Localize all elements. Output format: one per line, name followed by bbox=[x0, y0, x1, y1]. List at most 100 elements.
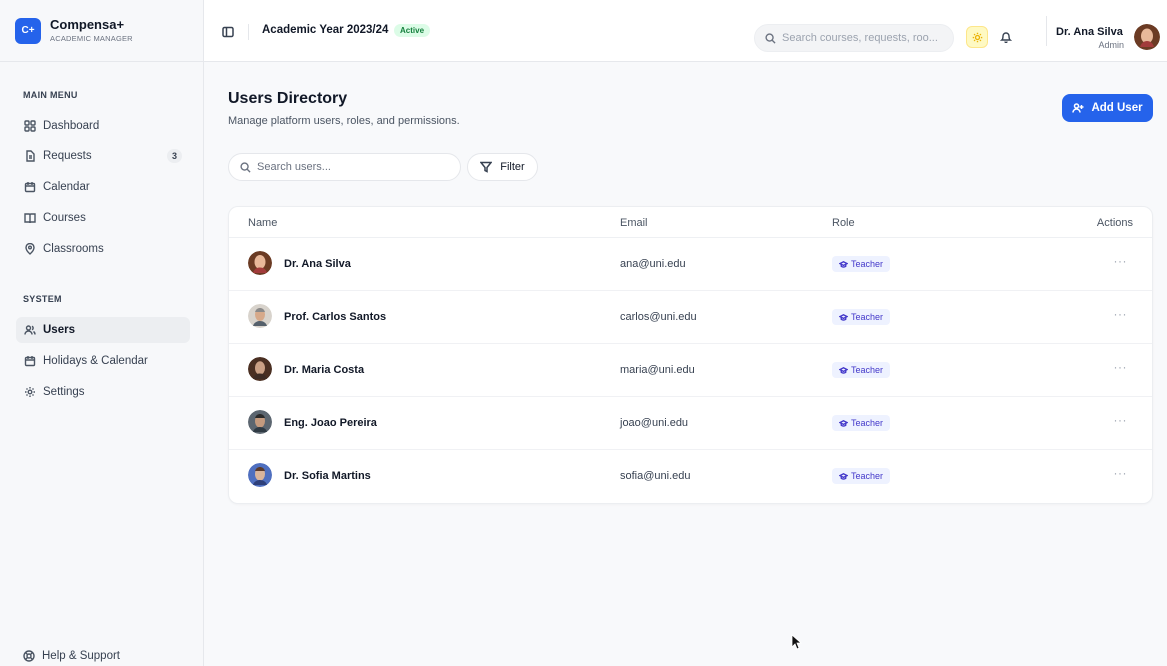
avatar bbox=[248, 463, 272, 487]
user-name: Prof. Carlos Santos bbox=[284, 311, 387, 323]
filter-icon bbox=[480, 161, 493, 173]
avatar[interactable] bbox=[1134, 24, 1160, 50]
notifications-bell-icon[interactable] bbox=[999, 30, 1014, 44]
column-header-email[interactable]: Email bbox=[620, 217, 648, 229]
brand-logo: C+ bbox=[15, 17, 41, 44]
table-row[interactable]: Dr. Ana Silva ana@uni.edu Teacher ··· bbox=[229, 238, 1152, 291]
sidebar-item-dashboard[interactable]: Dashboard bbox=[16, 113, 190, 139]
sidebar-item-requests[interactable]: Requests 3 bbox=[16, 143, 190, 169]
sidebar-item-label: Dashboard bbox=[43, 120, 100, 132]
sidebar-item-courses[interactable]: Courses bbox=[16, 205, 190, 231]
sidebar-toggle-icon[interactable] bbox=[222, 25, 234, 38]
role-label: Teacher bbox=[851, 418, 884, 428]
sidebar-item-calendar[interactable]: Calendar bbox=[16, 174, 190, 200]
column-header-role[interactable]: Role bbox=[832, 217, 855, 229]
role-badge: Teacher bbox=[832, 415, 891, 431]
sidebar-item-label: Calendar bbox=[43, 181, 90, 193]
role-label: Teacher bbox=[851, 471, 884, 481]
global-search-input[interactable]: Search courses, requests, roo... bbox=[754, 24, 954, 52]
add-user-label: Add User bbox=[1091, 102, 1143, 114]
role-badge: Teacher bbox=[832, 256, 891, 272]
divider bbox=[248, 24, 249, 40]
sidebar-item-settings[interactable]: Settings bbox=[16, 379, 190, 405]
column-header-name[interactable]: Name bbox=[248, 217, 277, 229]
user-name: Eng. Joao Pereira bbox=[284, 417, 377, 429]
avatar bbox=[248, 357, 272, 381]
role-badge: Teacher bbox=[832, 309, 891, 325]
academic-year-title: Academic Year 2023/24 bbox=[262, 24, 389, 36]
sun-icon bbox=[972, 32, 982, 42]
sidebar-item-users[interactable]: Users bbox=[16, 317, 190, 343]
avatar bbox=[248, 251, 272, 275]
user-name: Dr. Sofia Martins bbox=[284, 470, 371, 482]
role-badge: Teacher bbox=[832, 468, 891, 484]
main-content: Users Directory Manage platform users, r… bbox=[204, 62, 1167, 666]
row-actions-menu-icon[interactable]: ··· bbox=[1114, 413, 1128, 427]
filter-button[interactable]: Filter bbox=[467, 153, 538, 181]
main-menu-label: MAIN MENU bbox=[23, 90, 78, 100]
row-actions-menu-icon[interactable]: ··· bbox=[1114, 360, 1128, 374]
search-icon bbox=[240, 161, 251, 173]
search-users-placeholder: Search users... bbox=[257, 161, 331, 173]
grid-icon bbox=[23, 120, 36, 133]
table-row[interactable]: Dr. Maria Costa maria@uni.edu Teacher ··… bbox=[229, 344, 1152, 397]
users-table: Name Email Role Actions Dr. Ana Silva an… bbox=[228, 206, 1153, 504]
filter-label: Filter bbox=[500, 161, 525, 173]
sidebar-item-label: Users bbox=[43, 324, 75, 336]
avatar bbox=[248, 410, 272, 434]
map-pin-icon bbox=[23, 243, 36, 256]
help-label: Help & Support bbox=[42, 650, 120, 662]
current-user-role: Admin bbox=[1098, 40, 1124, 50]
calendar-icon bbox=[23, 355, 36, 368]
table-header: Name Email Role Actions bbox=[229, 207, 1152, 238]
add-user-button[interactable]: Add User bbox=[1062, 94, 1153, 122]
graduation-cap-icon bbox=[839, 260, 848, 268]
table-row[interactable]: Eng. Joao Pereira joao@uni.edu Teacher ·… bbox=[229, 397, 1152, 450]
brand[interactable]: C+ Compensa+ ACADEMIC MANAGER bbox=[0, 0, 203, 62]
sidebar-item-label: Courses bbox=[43, 212, 86, 224]
current-user-name: Dr. Ana Silva bbox=[1056, 26, 1123, 38]
sidebar-item-holidays[interactable]: Holidays & Calendar bbox=[16, 348, 190, 374]
table-row[interactable]: Dr. Sofia Martins sofia@uni.edu Teacher … bbox=[229, 450, 1152, 503]
gear-icon bbox=[23, 386, 36, 399]
row-actions-menu-icon[interactable]: ··· bbox=[1114, 254, 1128, 268]
table-row[interactable]: Prof. Carlos Santos carlos@uni.edu Teach… bbox=[229, 291, 1152, 344]
row-actions-menu-icon[interactable]: ··· bbox=[1114, 466, 1128, 480]
add-user-icon bbox=[1072, 103, 1084, 113]
graduation-cap-icon bbox=[839, 366, 848, 374]
users-icon bbox=[23, 324, 36, 337]
status-badge: Active bbox=[394, 24, 431, 37]
sidebar-item-label: Requests bbox=[43, 150, 92, 162]
graduation-cap-icon bbox=[839, 472, 848, 480]
role-label: Teacher bbox=[851, 259, 884, 269]
avatar bbox=[248, 304, 272, 328]
graduation-cap-icon bbox=[839, 419, 848, 427]
sidebar-item-label: Classrooms bbox=[43, 243, 104, 255]
help-icon bbox=[23, 650, 35, 662]
sidebar-item-classrooms[interactable]: Classrooms bbox=[16, 236, 190, 262]
brand-subtitle: ACADEMIC MANAGER bbox=[50, 34, 133, 43]
user-name: Dr. Ana Silva bbox=[284, 258, 351, 270]
calendar-icon bbox=[23, 181, 36, 194]
user-email: joao@uni.edu bbox=[620, 417, 689, 429]
search-icon bbox=[765, 32, 776, 44]
user-email: carlos@uni.edu bbox=[620, 311, 697, 323]
book-icon bbox=[23, 212, 36, 225]
column-header-actions: Actions bbox=[1096, 217, 1133, 229]
user-name: Dr. Maria Costa bbox=[284, 364, 365, 376]
user-email: ana@uni.edu bbox=[620, 258, 686, 270]
row-actions-menu-icon[interactable]: ··· bbox=[1114, 307, 1128, 321]
requests-count-badge: 3 bbox=[166, 149, 182, 163]
sidebar: C+ Compensa+ ACADEMIC MANAGER MAIN MENU … bbox=[0, 0, 204, 666]
sidebar-item-label: Holidays & Calendar bbox=[43, 355, 148, 367]
graduation-cap-icon bbox=[839, 313, 848, 321]
role-badge: Teacher bbox=[832, 362, 891, 378]
sidebar-item-label: Settings bbox=[43, 386, 85, 398]
role-label: Teacher bbox=[851, 312, 884, 322]
page-title: Users Directory bbox=[228, 90, 348, 107]
help-support-link[interactable]: Help & Support bbox=[23, 650, 120, 662]
theme-toggle-button[interactable] bbox=[966, 26, 988, 48]
topbar: Academic Year 2023/24 Active Search cour… bbox=[204, 0, 1167, 62]
page-subtitle: Manage platform users, roles, and permis… bbox=[228, 115, 460, 127]
search-users-input[interactable]: Search users... bbox=[228, 153, 461, 181]
